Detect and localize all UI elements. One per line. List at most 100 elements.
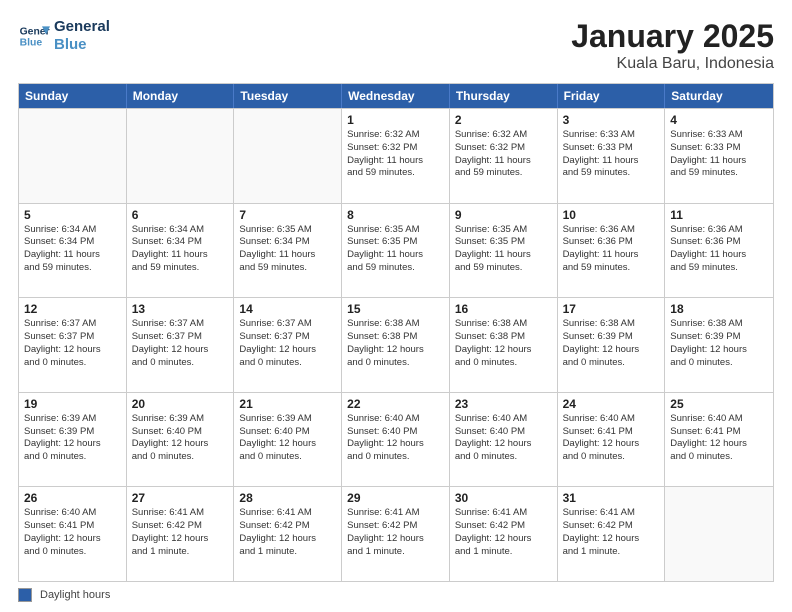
calendar-day-cell: 17 Sunrise: 6:38 AM Sunset: 6:39 PM Dayli… — [558, 298, 666, 392]
day-number: 3 — [563, 113, 660, 127]
calendar-day-cell: 7Sunrise: 6:35 AM Sunset: 6:34 PM Daylig… — [234, 204, 342, 298]
day-of-week-header: Friday — [558, 84, 666, 108]
day-number: 6 — [132, 208, 229, 222]
day-info: Sunrise: 6:32 AM Sunset: 6:32 PM Dayligh… — [455, 129, 552, 180]
logo-text-general: General — [54, 18, 110, 36]
day-info: Sunrise: 6:39 AM Sunset: 6:40 PM Dayligh… — [239, 413, 336, 464]
day-of-week-header: Tuesday — [234, 84, 342, 108]
day-number: 21 — [239, 397, 336, 411]
calendar-day-cell: 26 Sunrise: 6:40 AM Sunset: 6:41 PM Dayli… — [19, 487, 127, 581]
calendar-day-cell: 6 Sunrise: 6:34 AM Sunset: 6:34 PM Daylig… — [127, 204, 235, 298]
svg-text:Blue: Blue — [20, 38, 43, 49]
day-info: Sunrise: 6:35 AM Sunset: 6:35 PM Dayligh… — [455, 224, 552, 275]
day-info: Sunrise: 6:34 AM Sunset: 6:34 PM Dayligh… — [132, 224, 229, 275]
calendar-day-cell: 1Sunrise: 6:32 AM Sunset: 6:32 PM Daylig… — [342, 109, 450, 203]
calendar-week-row: 1 Sunrise: 6:32 AM Sunset: 6:32 PM Daylig… — [19, 108, 773, 203]
calendar-day-cell: 24 Sunrise: 6:40 AM Sunset: 6:41 PM Dayli… — [558, 393, 666, 487]
day-of-week-header: Thursday — [450, 84, 558, 108]
calendar-day-cell: 30Sunrise: 6:41 AM Sunset: 6:42 PM Dayli… — [450, 487, 558, 581]
day-info: Sunrise: 6:37 AM Sunset: 6:37 PM Dayligh… — [239, 318, 336, 369]
day-number: 9 — [455, 208, 552, 222]
calendar-day-cell: 14Sunrise: 6:37 AM Sunset: 6:37 PM Dayli… — [234, 298, 342, 392]
calendar-day-cell — [19, 109, 127, 203]
calendar-day-cell: 29 Sunrise: 6:41 AM Sunset: 6:42 PM Dayli… — [342, 487, 450, 581]
calendar-week-row: 26 Sunrise: 6:40 AM Sunset: 6:41 PM Dayli… — [19, 486, 773, 581]
day-number: 22 — [347, 397, 444, 411]
day-number: 16 — [455, 302, 552, 316]
day-number: 15 — [347, 302, 444, 316]
calendar-day-cell: 20 Sunrise: 6:39 AM Sunset: 6:40 PM Dayli… — [127, 393, 235, 487]
day-info: Sunrise: 6:40 AM Sunset: 6:41 PM Dayligh… — [24, 507, 121, 558]
day-info: Sunrise: 6:41 AM Sunset: 6:42 PM Dayligh… — [455, 507, 552, 558]
footer: Daylight hours — [18, 588, 774, 602]
day-info: Sunrise: 6:40 AM Sunset: 6:41 PM Dayligh… — [670, 413, 768, 464]
legend-box — [18, 588, 32, 602]
day-number: 13 — [132, 302, 229, 316]
calendar-day-cell: 21 Sunrise: 6:39 AM Sunset: 6:40 PM Dayli… — [234, 393, 342, 487]
calendar-day-cell: 31Sunrise: 6:41 AM Sunset: 6:42 PM Dayli… — [558, 487, 666, 581]
day-number: 28 — [239, 491, 336, 505]
day-number: 10 — [563, 208, 660, 222]
day-number: 20 — [132, 397, 229, 411]
day-number: 11 — [670, 208, 768, 222]
day-number: 26 — [24, 491, 121, 505]
day-info: Sunrise: 6:38 AM Sunset: 6:39 PM Dayligh… — [670, 318, 768, 369]
day-number: 23 — [455, 397, 552, 411]
day-info: Sunrise: 6:38 AM Sunset: 6:38 PM Dayligh… — [347, 318, 444, 369]
calendar-day-cell: 28 Sunrise: 6:41 AM Sunset: 6:42 PM Dayli… — [234, 487, 342, 581]
day-info: Sunrise: 6:33 AM Sunset: 6:33 PM Dayligh… — [563, 129, 660, 180]
calendar-day-cell: 12Sunrise: 6:37 AM Sunset: 6:37 PM Dayli… — [19, 298, 127, 392]
day-info: Sunrise: 6:38 AM Sunset: 6:39 PM Dayligh… — [563, 318, 660, 369]
calendar-day-cell: 22Sunrise: 6:40 AM Sunset: 6:40 PM Dayli… — [342, 393, 450, 487]
calendar-day-cell: 10 Sunrise: 6:36 AM Sunset: 6:36 PM Dayli… — [558, 204, 666, 298]
day-info: Sunrise: 6:38 AM Sunset: 6:38 PM Dayligh… — [455, 318, 552, 369]
calendar-day-cell: 9 Sunrise: 6:35 AM Sunset: 6:35 PM Daylig… — [450, 204, 558, 298]
day-info: Sunrise: 6:34 AM Sunset: 6:34 PM Dayligh… — [24, 224, 121, 275]
calendar-day-cell: 2 Sunrise: 6:32 AM Sunset: 6:32 PM Daylig… — [450, 109, 558, 203]
calendar-day-cell: 23 Sunrise: 6:40 AM Sunset: 6:40 PM Dayli… — [450, 393, 558, 487]
calendar-day-cell: 18 Sunrise: 6:38 AM Sunset: 6:39 PM Dayli… — [665, 298, 773, 392]
day-number: 24 — [563, 397, 660, 411]
day-info: Sunrise: 6:40 AM Sunset: 6:41 PM Dayligh… — [563, 413, 660, 464]
calendar-day-cell: 11 Sunrise: 6:36 AM Sunset: 6:36 PM Dayli… — [665, 204, 773, 298]
day-number: 1 — [347, 113, 444, 127]
day-number: 25 — [670, 397, 768, 411]
day-number: 2 — [455, 113, 552, 127]
day-number: 27 — [132, 491, 229, 505]
day-info: Sunrise: 6:40 AM Sunset: 6:40 PM Dayligh… — [455, 413, 552, 464]
calendar-day-cell: 16 Sunrise: 6:38 AM Sunset: 6:38 PM Dayli… — [450, 298, 558, 392]
day-number: 5 — [24, 208, 121, 222]
day-info: Sunrise: 6:36 AM Sunset: 6:36 PM Dayligh… — [670, 224, 768, 275]
calendar-day-cell — [234, 109, 342, 203]
day-info: Sunrise: 6:41 AM Sunset: 6:42 PM Dayligh… — [563, 507, 660, 558]
day-info: Sunrise: 6:39 AM Sunset: 6:40 PM Dayligh… — [132, 413, 229, 464]
day-info: Sunrise: 6:41 AM Sunset: 6:42 PM Dayligh… — [347, 507, 444, 558]
day-of-week-header: Monday — [127, 84, 235, 108]
day-number: 18 — [670, 302, 768, 316]
calendar-day-cell: 5 Sunrise: 6:34 AM Sunset: 6:34 PM Daylig… — [19, 204, 127, 298]
calendar-header: SundayMondayTuesdayWednesdayThursdayFrid… — [19, 84, 773, 108]
day-info: Sunrise: 6:36 AM Sunset: 6:36 PM Dayligh… — [563, 224, 660, 275]
day-info: Sunrise: 6:41 AM Sunset: 6:42 PM Dayligh… — [239, 507, 336, 558]
calendar-day-cell — [127, 109, 235, 203]
day-number: 4 — [670, 113, 768, 127]
day-of-week-header: Sunday — [19, 84, 127, 108]
calendar-week-row: 5 Sunrise: 6:34 AM Sunset: 6:34 PM Daylig… — [19, 203, 773, 298]
day-number: 17 — [563, 302, 660, 316]
calendar-day-cell: 15 Sunrise: 6:38 AM Sunset: 6:38 PM Dayli… — [342, 298, 450, 392]
day-info: Sunrise: 6:41 AM Sunset: 6:42 PM Dayligh… — [132, 507, 229, 558]
page: General Blue General Blue January 2025 K… — [0, 0, 792, 612]
calendar-day-cell: 13Sunrise: 6:37 AM Sunset: 6:37 PM Dayli… — [127, 298, 235, 392]
page-subtitle: Kuala Baru, Indonesia — [571, 55, 774, 73]
header: General Blue General Blue January 2025 K… — [18, 18, 774, 73]
day-number: 29 — [347, 491, 444, 505]
calendar-day-cell: 27 Sunrise: 6:41 AM Sunset: 6:42 PM Dayli… — [127, 487, 235, 581]
page-title: January 2025 — [571, 18, 774, 55]
calendar-day-cell — [665, 487, 773, 581]
day-info: Sunrise: 6:39 AM Sunset: 6:39 PM Dayligh… — [24, 413, 121, 464]
day-of-week-header: Wednesday — [342, 84, 450, 108]
calendar-day-cell: 25 Sunrise: 6:40 AM Sunset: 6:41 PM Dayli… — [665, 393, 773, 487]
title-block: January 2025 Kuala Baru, Indonesia — [571, 18, 774, 73]
day-number: 8 — [347, 208, 444, 222]
calendar-day-cell: 4Sunrise: 6:33 AM Sunset: 6:33 PM Daylig… — [665, 109, 773, 203]
